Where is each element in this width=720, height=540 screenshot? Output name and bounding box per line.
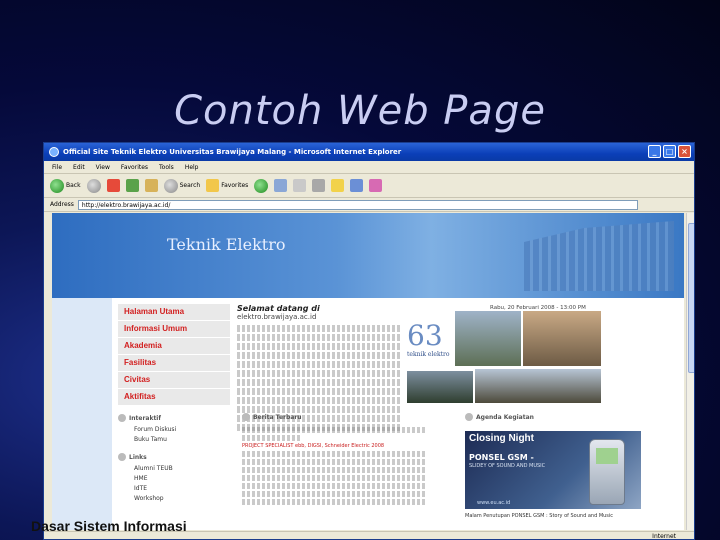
main-nav: Halaman Utama Informasi Umum Akademia Fa… bbox=[118, 304, 230, 406]
site-banner: Teknik Elektro bbox=[52, 213, 684, 298]
agenda-heading: Agenda Kegiatan bbox=[465, 413, 534, 421]
close-button[interactable]: × bbox=[678, 145, 691, 158]
back-label: Back bbox=[66, 182, 81, 189]
group-photo bbox=[475, 369, 601, 403]
building-image bbox=[524, 221, 674, 291]
stop-icon[interactable] bbox=[106, 179, 120, 192]
agenda-title: Agenda Kegiatan bbox=[476, 413, 534, 421]
anniversary-number: 63 bbox=[407, 319, 443, 352]
sidebar-links: Interaktif Forum Diskusi Buku Tamu Links… bbox=[118, 411, 230, 504]
scroll-thumb[interactable] bbox=[688, 223, 694, 373]
phone-image bbox=[589, 439, 625, 505]
berita-heading: Berita Terbaru bbox=[242, 413, 302, 421]
print-icon[interactable] bbox=[312, 179, 326, 192]
link-idte[interactable]: IdTE bbox=[118, 484, 230, 494]
link-forum-diskusi[interactable]: Forum Diskusi bbox=[118, 425, 230, 435]
web-page: Teknik Elektro Halaman Utama Informasi U… bbox=[52, 213, 684, 530]
menu-favorites[interactable]: Favorites bbox=[121, 164, 148, 171]
link-hme[interactable]: HME bbox=[118, 474, 230, 484]
window-titlebar: Official Site Teknik Elektro Universitas… bbox=[44, 143, 694, 161]
promo-caption: Malam Penutupan PONSEL GSM : Story of So… bbox=[465, 513, 614, 519]
gear-icon bbox=[118, 414, 126, 422]
footer-label: Dasar Sistem Informasi bbox=[31, 518, 187, 534]
toolbar: Back Search Favorites bbox=[44, 174, 694, 198]
refresh-icon[interactable] bbox=[125, 179, 139, 192]
forward-arrow-icon[interactable] bbox=[86, 178, 101, 193]
nav-informasi-umum[interactable]: Informasi Umum bbox=[118, 321, 230, 338]
promo-subtitle: PONSEL GSM - bbox=[469, 453, 534, 462]
promo-subtitle-2: SLIDEY OF SOUND AND MUSIC bbox=[469, 463, 546, 469]
menu-edit[interactable]: Edit bbox=[73, 164, 85, 171]
messenger-icon[interactable] bbox=[350, 179, 364, 192]
menu-help[interactable]: Help bbox=[185, 164, 199, 171]
link-buku-tamu[interactable]: Buku Tamu bbox=[118, 435, 230, 445]
nav-fasilitas[interactable]: Fasilitas bbox=[118, 355, 230, 372]
links-heading: Links bbox=[118, 453, 230, 461]
vertical-scrollbar[interactable] bbox=[686, 213, 694, 530]
slide-title: Contoh Web Page bbox=[174, 88, 546, 134]
promo-title: Closing Night bbox=[469, 433, 534, 444]
address-label: Address bbox=[50, 201, 74, 208]
gear-icon bbox=[118, 453, 126, 461]
star-icon bbox=[206, 179, 220, 192]
students-photo bbox=[523, 311, 601, 366]
menu-tools[interactable]: Tools bbox=[159, 164, 174, 171]
promo-banner[interactable]: Closing Night PONSEL GSM - SLIDEY OF SOU… bbox=[465, 431, 641, 509]
link-alumni[interactable]: Alumni TEUB bbox=[118, 464, 230, 474]
history-icon[interactable] bbox=[274, 179, 288, 192]
search-label: Search bbox=[179, 182, 201, 189]
maximize-button[interactable]: □ bbox=[663, 145, 676, 158]
back-button[interactable]: Back bbox=[50, 178, 81, 193]
nav-akademia[interactable]: Akademia bbox=[118, 338, 230, 355]
tool-icon[interactable] bbox=[369, 179, 383, 192]
anniversary-sub: teknik elektro bbox=[407, 351, 450, 358]
campus-photo bbox=[455, 311, 521, 366]
media-icon[interactable] bbox=[254, 178, 269, 193]
favorites-button[interactable]: Favorites bbox=[206, 179, 248, 192]
anniversary-logo: 63 teknik elektro bbox=[407, 319, 451, 371]
nav-halaman-utama[interactable]: Halaman Utama bbox=[118, 304, 230, 321]
mail-icon[interactable] bbox=[293, 179, 307, 192]
left-margin bbox=[52, 298, 112, 530]
berita-title: Berita Terbaru bbox=[253, 413, 302, 421]
interaktif-title: Interaktif bbox=[129, 414, 161, 422]
welcome-heading: Selamat datang di bbox=[237, 304, 320, 313]
address-bar: Address http://elektro.brawijaya.ac.id/ bbox=[44, 198, 694, 212]
welcome-domain: elektro.brawijaya.ac.id bbox=[237, 313, 317, 321]
status-zone: Internet bbox=[652, 533, 676, 540]
news-list: PROJECT SPECIALIST ebb, DIGSI, Schneider… bbox=[242, 425, 437, 507]
favorites-label: Favorites bbox=[221, 182, 249, 189]
ie-icon bbox=[49, 147, 59, 157]
minimize-button[interactable]: _ bbox=[648, 145, 661, 158]
browser-window: Official Site Teknik Elektro Universitas… bbox=[43, 142, 695, 540]
links-title: Links bbox=[129, 453, 147, 461]
address-input[interactable]: http://elektro.brawijaya.ac.id/ bbox=[77, 199, 638, 210]
news-item[interactable]: PROJECT SPECIALIST ebb, DIGSI, Schneider… bbox=[242, 443, 437, 449]
folder-icon[interactable] bbox=[331, 179, 345, 192]
gear-icon bbox=[242, 413, 250, 421]
nav-civitas[interactable]: Civitas bbox=[118, 372, 230, 389]
search-icon bbox=[163, 178, 178, 193]
window-title: Official Site Teknik Elektro Universitas… bbox=[63, 148, 402, 156]
menu-file[interactable]: File bbox=[52, 164, 62, 171]
home-icon[interactable] bbox=[144, 179, 158, 192]
photo-collage: 63 teknik elektro bbox=[407, 311, 607, 403]
nav-aktifitas[interactable]: Aktifitas bbox=[118, 389, 230, 406]
gear-icon bbox=[465, 413, 473, 421]
promo-web: www.eu.ac.id bbox=[477, 500, 511, 506]
menu-view[interactable]: View bbox=[96, 164, 110, 171]
building-photo bbox=[407, 371, 473, 403]
link-workshop[interactable]: Workshop bbox=[118, 494, 230, 504]
interaktif-heading: Interaktif bbox=[118, 414, 230, 422]
search-button[interactable]: Search bbox=[163, 178, 201, 193]
back-arrow-icon bbox=[50, 178, 64, 193]
menu-bar: File Edit View Favorites Tools Help bbox=[44, 161, 694, 174]
banner-title: Teknik Elektro bbox=[167, 235, 286, 254]
